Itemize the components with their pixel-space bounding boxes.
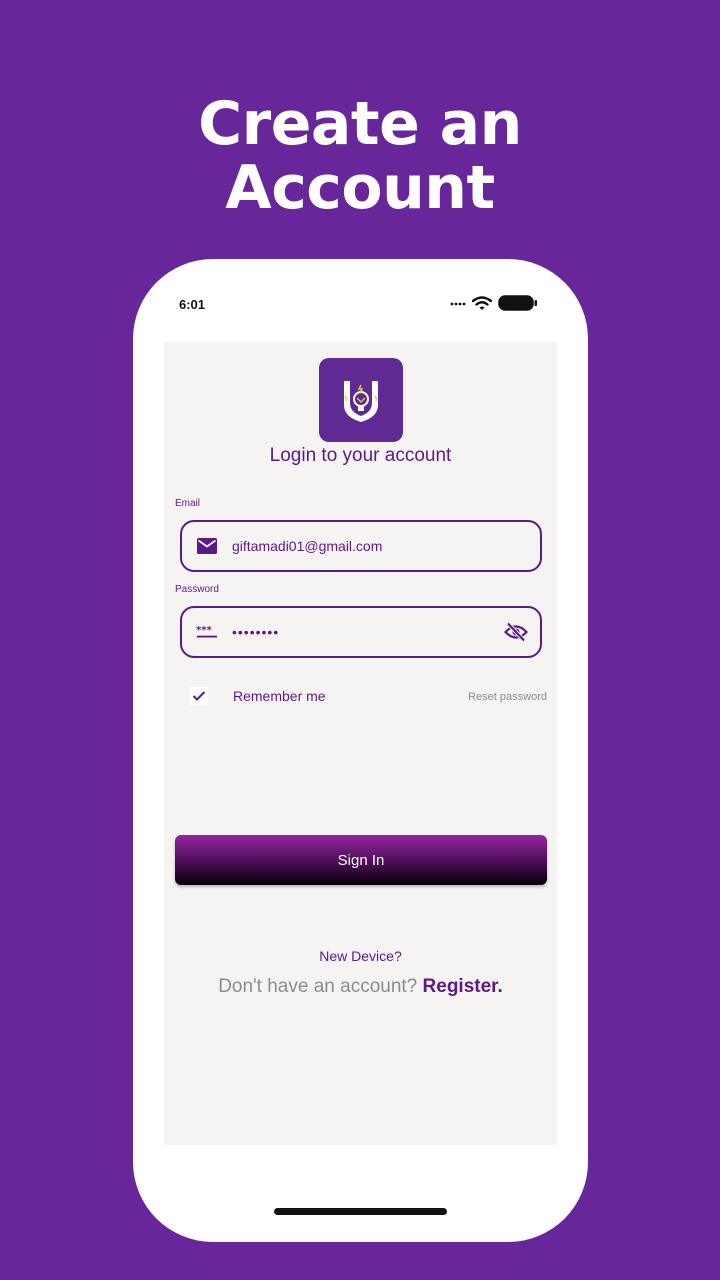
- promo-headline-line2: Account: [225, 153, 495, 223]
- phone-frame: 6:01 Login to your account Email giftama…: [133, 259, 588, 1242]
- register-link[interactable]: Register.: [423, 976, 503, 997]
- new-device-link[interactable]: New Device?: [164, 948, 557, 964]
- no-account-text: Don't have an account?: [218, 976, 418, 997]
- status-icons: [450, 295, 538, 311]
- status-time: 6:01: [179, 297, 206, 312]
- remember-label: Remember me: [233, 688, 326, 704]
- battery-icon: [498, 295, 537, 311]
- remember-checkbox[interactable]: [190, 687, 208, 705]
- svg-text:***: ***: [196, 625, 213, 636]
- reset-password-link[interactable]: Reset password: [468, 691, 547, 703]
- check-icon: [192, 691, 206, 701]
- eye-off-icon[interactable]: [504, 620, 528, 644]
- email-label: Email: [175, 498, 201, 509]
- login-title: Login to your account: [269, 445, 452, 466]
- sign-in-button[interactable]: Sign In: [175, 835, 547, 885]
- lightbulb-shield-icon: [344, 381, 378, 422]
- password-field[interactable]: ***: [180, 606, 542, 658]
- promo-headline: Create an Account: [0, 92, 720, 220]
- password-dots-icon: ***: [196, 621, 218, 643]
- signal-dots-icon: [450, 302, 466, 306]
- register-line: Don't have an account? Register.: [164, 976, 557, 998]
- email-input[interactable]: [232, 522, 540, 570]
- password-label: Password: [175, 584, 219, 595]
- status-bar: 6:01: [133, 259, 588, 339]
- app-screen: Login to your account Email Password ***: [164, 342, 557, 1145]
- password-input[interactable]: [232, 608, 504, 656]
- home-indicator: [274, 1208, 447, 1215]
- remember-me[interactable]: Remember me: [190, 687, 326, 705]
- wifi-icon: [472, 295, 492, 310]
- mail-icon: [196, 535, 218, 557]
- email-field[interactable]: [180, 520, 542, 572]
- app-logo: [319, 358, 403, 442]
- promo-headline-line1: Create an: [198, 89, 522, 159]
